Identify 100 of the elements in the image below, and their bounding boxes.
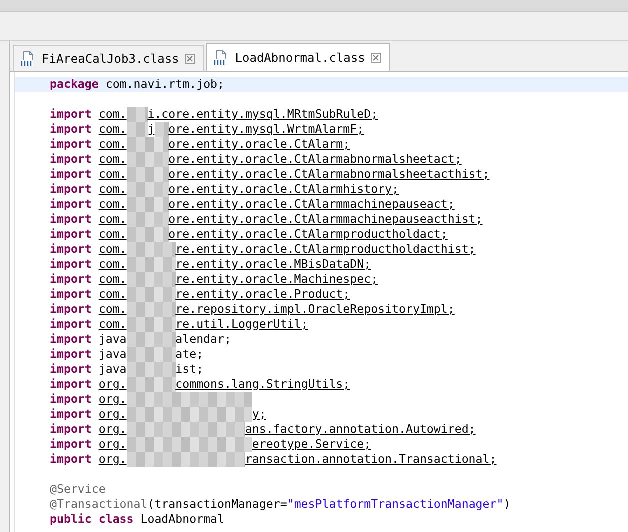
keyword: public: [50, 512, 92, 526]
import-link[interactable]: com.: [98, 137, 127, 151]
redaction-mosaic: [126, 182, 169, 197]
annotation: @Transactional: [50, 497, 148, 511]
class-file-icon: [20, 50, 36, 66]
keyword: import: [50, 242, 92, 256]
import-link[interactable]: ore.entity.mysql.WrtmAlarmF;: [168, 122, 364, 136]
import-link[interactable]: re.entity.oracle.CtAlarmproductholdacthist;: [176, 242, 476, 256]
keyword: import: [50, 122, 92, 136]
keyword: import: [50, 317, 92, 331]
code-text: alendar;: [176, 332, 232, 346]
import-link[interactable]: ore.entity.oracle.CtAlarmabnormalsheetacthist;: [168, 167, 490, 181]
class-file-icon: [213, 50, 230, 66]
keyword: import: [50, 392, 92, 406]
import-link[interactable]: com.: [98, 302, 127, 316]
keyword: import: [50, 407, 92, 421]
code-text: (transactionManager=: [148, 497, 288, 511]
import-link[interactable]: com.: [98, 242, 127, 256]
redaction-mosaic: [126, 347, 176, 362]
code-text: ): [504, 497, 511, 511]
import-link[interactable]: com.: [98, 167, 127, 181]
import-link[interactable]: y;: [252, 407, 266, 421]
redaction-mosaic: [126, 287, 176, 302]
import-link[interactable]: com.: [98, 287, 127, 301]
keyword: class: [98, 512, 134, 526]
code-text: ist;: [176, 362, 204, 376]
import-link[interactable]: com.: [98, 317, 127, 331]
keyword: import: [50, 302, 92, 316]
import-link[interactable]: org.: [98, 422, 127, 436]
code-text: java: [98, 362, 127, 376]
import-link[interactable]: re.entity.oracle.MBisDataDN;: [176, 257, 372, 271]
redaction-mosaic: [126, 212, 169, 227]
redaction-mosaic: [126, 242, 176, 257]
close-icon[interactable]: [185, 54, 196, 64]
redaction-mosaic: [126, 257, 176, 272]
code-text: LoadAbnormal: [140, 512, 224, 526]
keyword: import: [50, 332, 92, 346]
redaction-mosaic: [126, 167, 169, 182]
string-literal: "mesPlatformTransactionManager": [287, 497, 504, 511]
keyword: import: [50, 437, 92, 451]
editor-tab[interactable]: FiAreaCalJob3.class: [13, 45, 204, 71]
import-link[interactable]: i.core.entity.mysql.MRtmSubRuleD;: [148, 107, 378, 121]
redaction-mosaic: [126, 197, 169, 212]
keyword: import: [50, 152, 92, 166]
keyword: package: [50, 77, 99, 91]
redaction-mosaic: [126, 362, 176, 377]
import-link[interactable]: commons.lang.StringUtils;: [176, 377, 350, 391]
editor-tab[interactable]: LoadAbnormal.class: [206, 43, 390, 71]
import-link[interactable]: com.: [98, 257, 127, 271]
redaction-mosaic: [126, 272, 176, 287]
import-link[interactable]: ore.entity.oracle.CtAlarm;: [168, 137, 350, 151]
redaction-mosaic: [126, 332, 176, 347]
redaction-mosaic: [126, 227, 169, 242]
code-text: java: [98, 347, 127, 361]
keyword: import: [50, 197, 92, 211]
redaction-mosaic: [126, 107, 148, 122]
import-link[interactable]: ans.factory.annotation.Autowired;: [245, 422, 476, 436]
import-link[interactable]: ore.entity.oracle.CtAlarmmachinepauseacthist;: [168, 212, 483, 226]
code-text: ate;: [176, 347, 204, 361]
import-link[interactable]: com.: [98, 212, 127, 226]
keyword: import: [50, 452, 92, 466]
keyword: import: [50, 227, 92, 241]
import-link[interactable]: com.: [98, 227, 127, 241]
close-icon[interactable]: [371, 52, 382, 62]
keyword: import: [50, 167, 92, 181]
import-link[interactable]: com.: [98, 152, 127, 166]
redaction-mosaic: [126, 317, 176, 332]
import-link[interactable]: org.: [98, 437, 127, 451]
import-link[interactable]: ore.entity.oracle.CtAlarmhistory;: [168, 182, 399, 196]
import-link[interactable]: com.: [98, 272, 127, 286]
redaction-mosaic: [126, 302, 176, 317]
keyword: import: [50, 287, 92, 301]
keyword: import: [50, 137, 92, 151]
keyword: import: [50, 362, 92, 376]
import-link[interactable]: com.: [98, 182, 127, 196]
import-link[interactable]: re.entity.oracle.Product;: [176, 287, 350, 301]
redaction-mosaic: [126, 152, 169, 167]
keyword: import: [50, 107, 92, 121]
import-link[interactable]: com.: [98, 122, 127, 136]
annotation: @Service: [50, 482, 106, 496]
import-link[interactable]: re.entity.oracle.Machinespec;: [176, 272, 378, 286]
import-link[interactable]: re.repository.impl.OracleRepositoryImpl;: [176, 302, 455, 316]
import-link[interactable]: com.: [98, 107, 127, 121]
keyword: import: [50, 182, 92, 196]
import-link[interactable]: org.: [98, 452, 127, 466]
import-link[interactable]: ereotype.Service;: [252, 437, 372, 451]
import-link[interactable]: re.util.LoggerUtil;: [176, 317, 308, 331]
import-link[interactable]: com.: [98, 197, 127, 211]
import-link[interactable]: ore.entity.oracle.CtAlarmmachinepauseact;: [168, 197, 455, 211]
import-link[interactable]: org.: [98, 407, 127, 421]
keyword: import: [50, 212, 92, 226]
code-text: java: [98, 332, 127, 346]
import-link[interactable]: j: [148, 122, 155, 136]
import-link[interactable]: org.: [98, 392, 127, 406]
import-link[interactable]: ransaction.annotation.Transactional;: [245, 452, 497, 466]
import-link[interactable]: org.: [98, 377, 127, 391]
keyword: import: [50, 422, 92, 436]
import-link[interactable]: ore.entity.oracle.CtAlarmabnormalsheetact;: [168, 152, 462, 166]
keyword: import: [50, 347, 92, 361]
import-link[interactable]: ore.entity.oracle.CtAlarmproductholdact;: [168, 227, 448, 241]
